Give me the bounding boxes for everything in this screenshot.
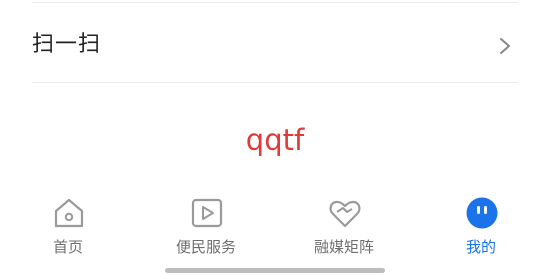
- home-indicator: [165, 268, 385, 273]
- profile-face-icon: [466, 197, 498, 229]
- scan-menu-row[interactable]: 扫一扫: [0, 3, 550, 83]
- tab-media-matrix[interactable]: 融媒矩阵: [289, 192, 399, 268]
- play-square-icon: [191, 198, 223, 228]
- tab-mine-label: 我的: [465, 238, 496, 256]
- chevron-right-icon: [500, 38, 510, 54]
- tab-home-label: 首页: [52, 238, 83, 256]
- row-divider: [32, 82, 518, 83]
- home-icon: [54, 198, 84, 228]
- tab-services[interactable]: 便民服务: [151, 192, 261, 268]
- tab-mine[interactable]: 我的: [426, 192, 536, 268]
- scan-label: 扫一扫: [32, 32, 102, 57]
- brand-text: qqtf: [245, 123, 305, 157]
- tab-home[interactable]: 首页: [13, 192, 123, 268]
- heart-outline-icon: [329, 200, 361, 228]
- tab-services-label: 便民服务: [175, 238, 236, 256]
- tab-media-matrix-label: 融媒矩阵: [313, 238, 374, 256]
